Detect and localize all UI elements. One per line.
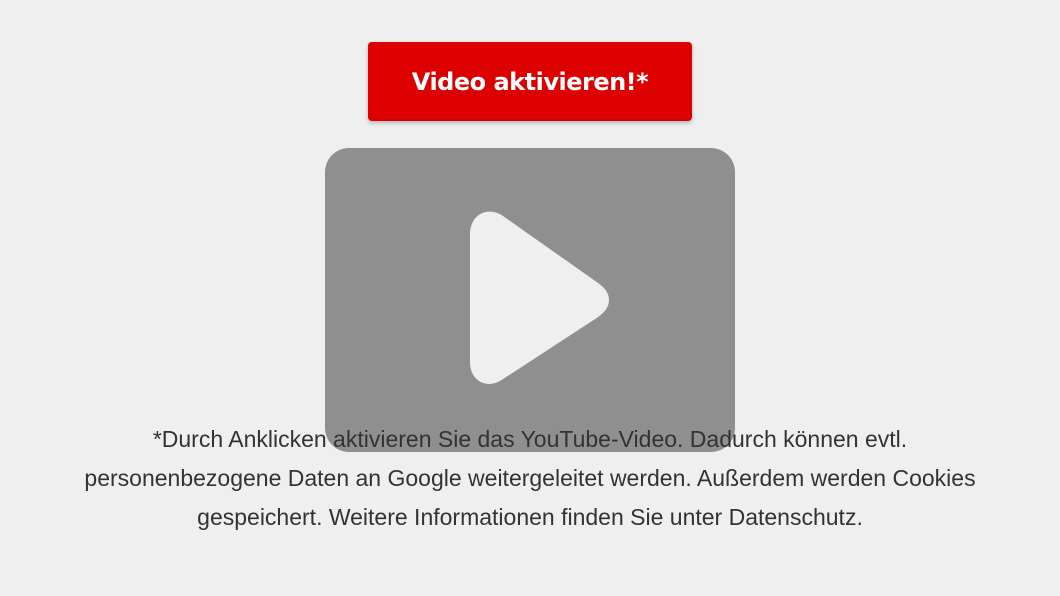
notice-line: gespeichert. Weitere Informationen finde…: [197, 504, 863, 530]
play-icon: [470, 211, 609, 384]
video-placeholder[interactable]: [325, 148, 735, 452]
video-consent-overlay: Video aktivieren!* *Durch Anklicken akti…: [0, 0, 1060, 596]
notice-line: *Durch Anklicken aktivieren Sie das YouT…: [152, 426, 908, 452]
activate-video-button[interactable]: Video aktivieren!*: [368, 42, 692, 121]
consent-notice: *Durch Anklicken aktivieren Sie das YouT…: [20, 420, 1040, 537]
notice-line: personenbezogene Daten an Google weiterg…: [84, 465, 976, 491]
